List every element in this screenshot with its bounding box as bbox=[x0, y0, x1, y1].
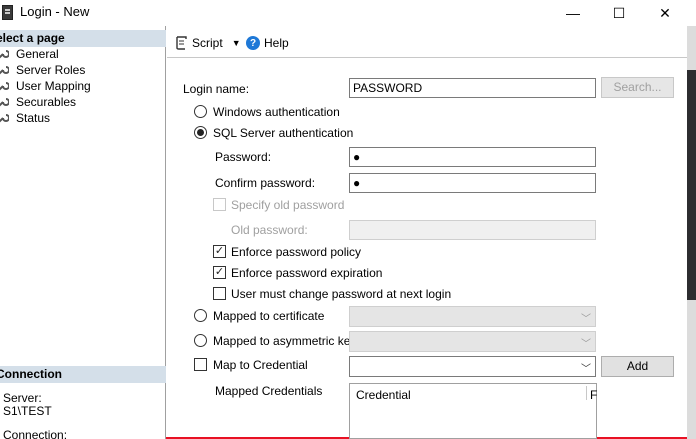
wrench-icon bbox=[0, 80, 9, 92]
login-name-input[interactable]: PASSWORD bbox=[349, 78, 596, 98]
add-credential-button[interactable]: Add bbox=[601, 356, 674, 377]
wrench-icon bbox=[0, 64, 9, 76]
asymmetric-key-select[interactable]: ﹀ bbox=[349, 331, 596, 352]
mapped-asym-radio[interactable] bbox=[194, 334, 207, 347]
sidebar-item-status[interactable]: Status bbox=[0, 110, 50, 126]
windows-auth-label: Windows authentication bbox=[213, 105, 340, 119]
help-label: Help bbox=[264, 36, 289, 50]
server-label: Server: bbox=[3, 391, 42, 405]
windows-auth-radio[interactable] bbox=[194, 105, 207, 118]
sidebar-item-label: User Mapping bbox=[16, 79, 91, 93]
old-password-label: Old password: bbox=[231, 223, 308, 237]
enforce-policy-checkbox[interactable]: ✓ bbox=[213, 245, 226, 258]
sql-auth-radio[interactable] bbox=[194, 126, 207, 139]
close-button[interactable]: ✕ bbox=[642, 0, 688, 26]
mapped-cert-label: Mapped to certificate bbox=[213, 309, 325, 323]
script-button[interactable]: Script ▼ bbox=[175, 36, 241, 50]
login-name-label: Login name: bbox=[183, 82, 250, 96]
specify-old-password-checkbox[interactable] bbox=[213, 198, 226, 211]
sidebar-item-label: Status bbox=[16, 111, 51, 125]
sidebar-item-user-mapping[interactable]: User Mapping bbox=[0, 78, 91, 94]
app-icon bbox=[2, 5, 13, 20]
old-password-input[interactable] bbox=[349, 220, 596, 240]
select-page-pane: elect a page General Server Roles User M… bbox=[0, 26, 166, 439]
connection-label: Connection: bbox=[3, 428, 68, 439]
enforce-expiration-label: Enforce password expiration bbox=[231, 266, 383, 280]
connection-header: Connection bbox=[0, 366, 166, 383]
must-change-label: User must change password at next login bbox=[231, 287, 452, 301]
sql-auth-label: SQL Server authentication bbox=[213, 126, 354, 140]
wrench-icon bbox=[0, 96, 9, 108]
credential-column-header[interactable]: Credential bbox=[356, 388, 411, 402]
chevron-down-icon: ﹀ bbox=[581, 314, 591, 325]
sidebar-item-label: Securables bbox=[16, 95, 77, 109]
wrench-icon bbox=[0, 48, 9, 60]
server-value: S1\TEST bbox=[3, 404, 52, 418]
provider-column-header[interactable]: F bbox=[590, 388, 597, 402]
sidebar-item-label: Server Roles bbox=[16, 63, 86, 77]
column-divider bbox=[586, 386, 587, 400]
script-label: Script bbox=[192, 36, 223, 50]
window-title: Login - New bbox=[20, 4, 90, 19]
help-icon: ? bbox=[246, 36, 260, 50]
credential-select[interactable]: ﹀ bbox=[349, 356, 596, 377]
mapped-cert-radio[interactable] bbox=[194, 309, 207, 322]
chevron-down-icon[interactable]: ▼ bbox=[232, 38, 241, 48]
toolbar: Script ▼ ? Help bbox=[167, 30, 687, 58]
mapped-credentials-label: Mapped Credentials bbox=[215, 384, 323, 398]
sidebar-item-server-roles[interactable]: Server Roles bbox=[0, 62, 85, 78]
background-window-strip bbox=[687, 26, 696, 439]
mapped-asym-label: Mapped to asymmetric key bbox=[213, 334, 357, 348]
title-bar: Login - New — ☐ ✕ bbox=[0, 0, 696, 26]
specify-old-password-label: Specify old password bbox=[231, 198, 345, 212]
sidebar-item-securables[interactable]: Securables bbox=[0, 94, 76, 110]
sidebar-item-label: General bbox=[16, 47, 59, 61]
password-input[interactable]: ● bbox=[349, 147, 596, 167]
search-button[interactable]: Search... bbox=[601, 77, 674, 98]
minimize-button[interactable]: — bbox=[550, 0, 596, 26]
script-icon bbox=[175, 36, 187, 50]
confirm-password-input[interactable]: ● bbox=[349, 173, 596, 193]
chevron-down-icon: ﹀ bbox=[581, 364, 591, 375]
select-page-header: elect a page bbox=[0, 30, 166, 47]
map-credential-label: Map to Credential bbox=[213, 358, 308, 372]
enforce-expiration-checkbox[interactable]: ✓ bbox=[213, 266, 226, 279]
help-button[interactable]: ? Help bbox=[246, 36, 289, 50]
wrench-icon bbox=[0, 112, 9, 124]
confirm-password-label: Confirm password: bbox=[215, 176, 316, 190]
enforce-policy-label: Enforce password policy bbox=[231, 245, 362, 259]
password-label: Password: bbox=[215, 150, 272, 164]
mapped-credentials-grid[interactable]: Credential F bbox=[349, 383, 597, 439]
background-window-dark bbox=[687, 70, 696, 300]
must-change-checkbox[interactable] bbox=[213, 287, 226, 300]
certificate-select[interactable]: ﹀ bbox=[349, 306, 596, 327]
chevron-down-icon: ﹀ bbox=[581, 339, 591, 350]
general-page: Login name: PASSWORD Search... Windows a… bbox=[167, 58, 687, 439]
maximize-button[interactable]: ☐ bbox=[596, 0, 642, 26]
sidebar-item-general[interactable]: General bbox=[0, 46, 59, 62]
map-credential-checkbox[interactable] bbox=[194, 358, 207, 371]
